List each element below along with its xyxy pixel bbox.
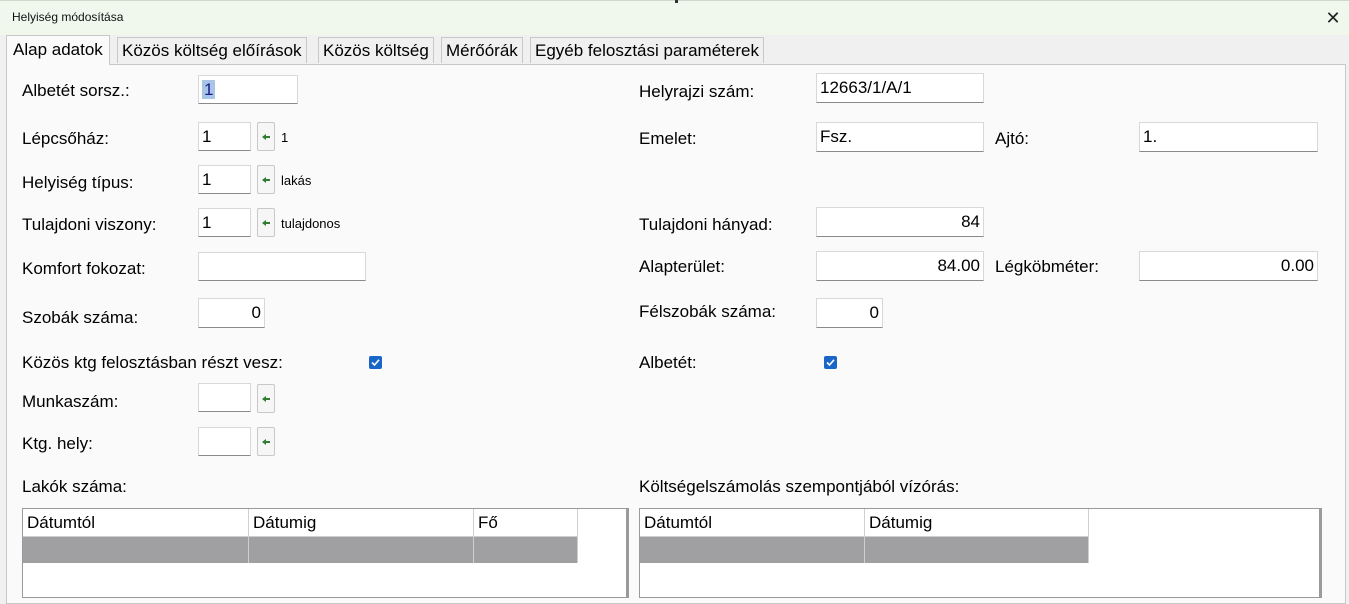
table-row-cell[interactable] bbox=[640, 537, 865, 563]
lepcsohaz-input[interactable]: 1 bbox=[198, 122, 251, 151]
legkobmeter-label: Légköbméter: bbox=[995, 257, 1099, 276]
ktg-hely-picker-button[interactable] bbox=[257, 427, 275, 456]
lepcsohaz-desc: 1 bbox=[281, 130, 289, 145]
tab-kozos-koltseg[interactable]: Közös költség bbox=[318, 37, 434, 63]
tulajdoni-hanyad-label: Tulajdoni hányad: bbox=[639, 215, 773, 234]
albetet-sorsz-label: Albetét sorsz.: bbox=[22, 81, 130, 100]
tulajdoni-viszony-picker-button[interactable] bbox=[257, 208, 275, 237]
vizoras-col-datumtol[interactable]: Dátumtól bbox=[640, 509, 865, 537]
alapterulet-label: Alapterület: bbox=[639, 257, 725, 276]
helyrajzi-szam-label: Helyrajzi szám: bbox=[639, 82, 755, 101]
arrow-left-icon bbox=[262, 439, 270, 445]
lakok-szama-table[interactable]: Dátumtól Dátumig Fő bbox=[22, 508, 629, 598]
check-icon bbox=[826, 359, 835, 367]
komfort-fokozat-label: Komfort fokozat: bbox=[22, 259, 146, 278]
albetet-sorsz-input[interactable]: 1 bbox=[198, 75, 298, 104]
emelet-input[interactable]: Fsz. bbox=[816, 122, 984, 152]
tab-merorak[interactable]: Mérőórák bbox=[441, 37, 523, 63]
lakok-szama-label: Lakók száma: bbox=[22, 477, 127, 496]
arrow-left-icon bbox=[262, 134, 270, 140]
tulajdoni-viszony-desc: tulajdonos bbox=[281, 216, 341, 231]
albetet-label: Albetét: bbox=[639, 353, 697, 372]
ajto-label: Ajtó: bbox=[995, 129, 1030, 148]
table-row-cell[interactable] bbox=[249, 537, 474, 563]
tab-egyeb-felosztasi-parameterek[interactable]: Egyéb felosztási paraméterek bbox=[530, 37, 764, 63]
alapterulet-input[interactable]: 84.00 bbox=[816, 251, 984, 281]
vizoras-table[interactable]: Dátumtól Dátumig bbox=[639, 508, 1322, 598]
table-row-cell[interactable] bbox=[865, 537, 1089, 563]
table-row-cell[interactable] bbox=[23, 537, 249, 563]
vizoras-col-datumig[interactable]: Dátumig bbox=[865, 509, 1089, 537]
szobak-szama-input[interactable]: 0 bbox=[198, 298, 265, 328]
felszobak-szama-label: Félszobák száma: bbox=[639, 302, 776, 321]
arrow-left-icon bbox=[262, 220, 270, 226]
felszobak-szama-input[interactable]: 0 bbox=[816, 298, 883, 328]
munkaszam-label: Munkaszám: bbox=[22, 392, 119, 411]
kozos-ktg-checkbox[interactable] bbox=[369, 356, 382, 369]
ktg-hely-label: Ktg. hely: bbox=[22, 434, 93, 453]
tulajdoni-hanyad-input[interactable]: 84 bbox=[816, 207, 984, 237]
tab-kozos-koltseg-eloirasok[interactable]: Közös költség előírások bbox=[117, 37, 307, 63]
lepcsohaz-picker-button[interactable] bbox=[257, 122, 275, 151]
top-edge-mark bbox=[675, 0, 678, 3]
munkaszam-input[interactable] bbox=[198, 383, 251, 412]
window-title: Helyiség módosítása bbox=[12, 10, 124, 24]
arrow-left-icon bbox=[262, 177, 270, 183]
legkobmeter-input[interactable]: 0.00 bbox=[1139, 251, 1318, 281]
emelet-label: Emelet: bbox=[639, 129, 697, 148]
table-divider bbox=[626, 508, 629, 598]
table-row-cell[interactable] bbox=[474, 537, 578, 563]
helyiseg-tipus-picker-button[interactable] bbox=[257, 165, 275, 194]
lakok-col-fo[interactable]: Fő bbox=[474, 509, 578, 537]
ktg-hely-input[interactable] bbox=[198, 427, 251, 456]
tulajdoni-viszony-input[interactable]: 1 bbox=[198, 208, 251, 237]
tab-strip: Alap adatok Közös költség előírások Közö… bbox=[0, 35, 1349, 65]
lepcsohaz-label: Lépcsőház: bbox=[22, 129, 109, 148]
lakok-col-datumig[interactable]: Dátumig bbox=[249, 509, 474, 537]
vizoras-label: Költségelszámolás szempontjából vízórás: bbox=[639, 477, 960, 496]
ajto-input[interactable]: 1. bbox=[1139, 122, 1318, 152]
kozos-ktg-label: Közös ktg felosztásban részt vesz: bbox=[22, 353, 283, 372]
komfort-fokozat-input[interactable] bbox=[198, 252, 366, 281]
helyiseg-tipus-desc: lakás bbox=[281, 173, 312, 188]
tulajdoni-viszony-label: Tulajdoni viszony: bbox=[22, 215, 157, 234]
albetet-checkbox[interactable] bbox=[824, 356, 837, 369]
arrow-left-icon bbox=[262, 396, 270, 402]
szobak-szama-label: Szobák száma: bbox=[22, 308, 139, 327]
window-titlebar: Helyiség módosítása ✕ bbox=[0, 0, 1349, 35]
helyrajzi-szam-input[interactable]: 12663/1/A/1 bbox=[816, 73, 984, 103]
lakok-col-datumtol[interactable]: Dátumtól bbox=[23, 509, 249, 537]
helyiseg-tipus-label: Helyiség típus: bbox=[22, 173, 134, 192]
helyiseg-tipus-input[interactable]: 1 bbox=[198, 165, 251, 194]
albetet-sorsz-value: 1 bbox=[202, 80, 216, 99]
munkaszam-picker-button[interactable] bbox=[257, 384, 275, 413]
tab-alap-adatok[interactable]: Alap adatok bbox=[6, 35, 110, 65]
close-icon[interactable]: ✕ bbox=[1322, 7, 1344, 29]
check-icon bbox=[371, 359, 380, 367]
